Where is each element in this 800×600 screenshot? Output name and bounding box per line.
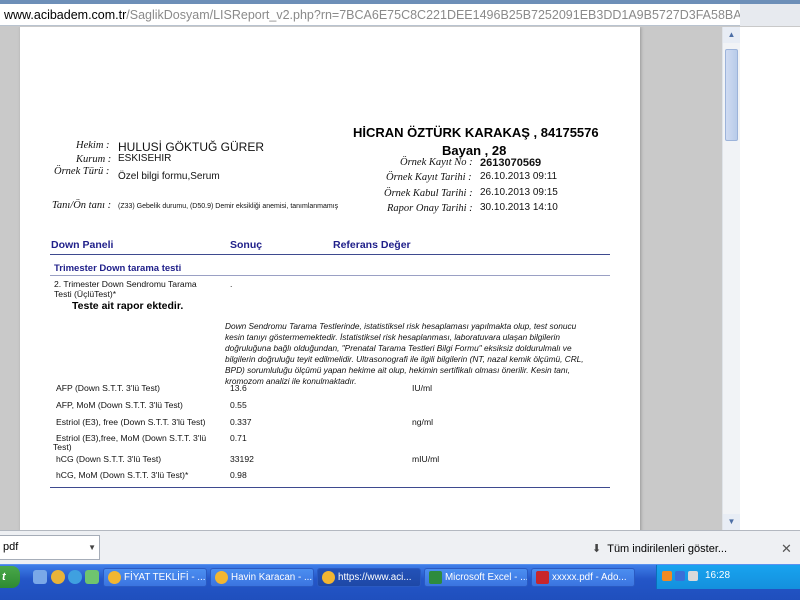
start-button[interactable]: t [0, 566, 20, 588]
explanation-paragraph: Down Sendromu Tarama Testlerinde, istati… [225, 321, 584, 386]
sample-no-label: Örnek Kayıt No : [400, 157, 473, 168]
system-tray: 16:28 [656, 565, 800, 589]
download-icon: ⬇ [592, 543, 602, 555]
taskbar-item-label: Havin Karacan - ... [231, 572, 313, 583]
report-approval-date-label: Rapor Onay Tarihi : [387, 203, 473, 214]
row-name-cont: Test) [53, 442, 72, 452]
column-panel: Down Paneli [51, 239, 114, 251]
taskbar-item[interactable]: xxxxx.pdf - Ado... [531, 568, 635, 587]
network-icon[interactable] [675, 571, 685, 581]
taskbar-item[interactable]: Havin Karacan - ... [210, 568, 314, 587]
column-result: Sonuç [230, 239, 263, 251]
doctor-label: Hekim : [76, 140, 110, 151]
volume-icon[interactable] [688, 571, 698, 581]
close-icon[interactable]: ✕ [781, 541, 792, 557]
row-name: hCG, MoM (Down S.T.T. 3'lü Test)* [56, 470, 189, 480]
window-right-area [740, 27, 800, 530]
scroll-down-icon[interactable]: ▼ [723, 514, 740, 530]
sample-reg-date-value: 26.10.2013 09:11 [480, 171, 558, 182]
sample-type-value: Özel bilgi formu,Serum [118, 171, 220, 182]
chrome-icon [215, 571, 228, 584]
taskbar-item[interactable]: https://www.aci... [317, 568, 421, 587]
show-all-downloads-link[interactable]: ⬇ Tüm indirilenleri göster... [592, 542, 727, 555]
row-value: 0.98 [230, 470, 247, 480]
row-name: Estriol (E3),free, MoM (Down S.T.T. 3'lü [56, 433, 207, 443]
institution-label: Kurum : [76, 154, 112, 165]
taskbar-item-label: https://www.aci... [338, 572, 412, 583]
taskbar-item-label: xxxxx.pdf - Ado... [552, 572, 627, 583]
report-page: HİCRAN ÖZTÜRK KARAKAŞ , 84175576 Bayan ,… [20, 27, 640, 530]
taskbar-item-label: FİYAT TEKLİFİ - ... [124, 572, 206, 583]
download-item-label: pdf [3, 541, 19, 553]
sample-accept-date-value: 26.10.2013 09:15 [480, 187, 558, 198]
section-title: Trimester Down tarama testi [54, 263, 182, 274]
clock: 16:28 [705, 570, 731, 581]
show-all-label: Tüm indirilenleri göster... [607, 543, 728, 555]
test-name: 2. Trimester Down Sendromu Tarama Testi … [54, 279, 197, 299]
chrome-icon [322, 571, 335, 584]
chrome-icon [108, 571, 121, 584]
row-name: AFP (Down S.T.T. 3'lü Test) [56, 383, 161, 393]
test-result-dot: . [230, 279, 233, 289]
row-unit: ng/ml [412, 417, 434, 427]
row-name: AFP, MoM (Down S.T.T. 3'lü Test) [56, 400, 183, 410]
quicklaunch-icon[interactable] [33, 570, 47, 584]
sample-reg-date-label: Örnek Kayıt Tarihi : [386, 172, 472, 183]
taskbar: t FİYAT TEKLİFİ - ... Havin Karacan - ..… [0, 564, 800, 600]
doctor-name: HULUSİ GÖKTUĞ GÜRER [118, 140, 265, 154]
row-value: 33192 [230, 454, 254, 464]
table-bottom-divider [50, 487, 610, 488]
address-bar[interactable]: www.acibadem.com.tr/SaglikDosyam/LISRepo… [0, 4, 740, 26]
institution-value: ESKISEHIR [118, 153, 172, 164]
url-path: /SaglikDosyam/LISReport_v2.php?rn=7BCA6E… [126, 8, 740, 22]
sample-accept-date-label: Örnek Kabul Tarihi : [384, 188, 473, 199]
header-divider [50, 254, 610, 255]
pdf-icon [536, 571, 549, 584]
column-reference: Referans Değer [333, 239, 411, 251]
diagnosis-value: (Z33) Gebelik durumu, (D50.9) Demir eksi… [118, 203, 339, 210]
row-value: 0.55 [230, 400, 247, 410]
scroll-up-icon[interactable]: ▲ [723, 27, 740, 43]
taskbar-item[interactable]: FİYAT TEKLİFİ - ... [103, 568, 207, 587]
tray-icon[interactable] [662, 571, 672, 581]
scroll-thumb[interactable] [725, 49, 738, 141]
attachment-note: Teste ait rapor ektedir. [72, 300, 184, 312]
row-value: 0.71 [230, 433, 247, 443]
row-unit: IU/ml [412, 383, 433, 393]
toolbar-gap [740, 4, 800, 26]
report-approval-date-value: 30.10.2013 14:10 [480, 202, 558, 213]
chrome-icon[interactable] [51, 570, 65, 584]
sample-no-value: 2613070569 [480, 157, 542, 169]
patient-gender-age: Bayan , 28 [442, 143, 507, 158]
row-name: Estriol (E3), free (Down S.T.T. 3'lü Tes… [56, 417, 206, 427]
sample-type-label: Örnek Türü : [54, 166, 110, 177]
section-divider [50, 275, 610, 276]
patient-name: HİCRAN ÖZTÜRK KARAKAŞ , 84175576 [353, 125, 599, 140]
row-name: hCG (Down S.T.T. 3'lü Test) [56, 454, 162, 464]
taskbar-item[interactable]: Microsoft Excel - ... [424, 568, 528, 587]
vertical-scrollbar[interactable]: ▲ ▼ [722, 27, 740, 530]
pdf-viewport[interactable]: HİCRAN ÖZTÜRK KARAKAŞ , 84175576 Bayan ,… [0, 27, 722, 530]
url-host: www.acibadem.com.tr [4, 8, 127, 22]
download-bar: pdf ▼ ⬇ Tüm indirilenleri göster... ✕ [0, 530, 800, 564]
ie-icon[interactable] [68, 570, 82, 584]
quicklaunch-icon[interactable] [85, 570, 99, 584]
chevron-down-icon[interactable]: ▼ [88, 536, 96, 559]
download-item[interactable]: pdf ▼ [0, 535, 100, 560]
row-value: 13.6 [230, 383, 247, 393]
taskbar-item-label: Microsoft Excel - ... [445, 572, 528, 583]
start-label: t [2, 571, 6, 583]
row-value: 0.337 [230, 417, 252, 427]
excel-icon [429, 571, 442, 584]
diagnosis-label: Tanı/Ön tanı : [52, 200, 112, 211]
row-unit: mIU/ml [412, 454, 440, 464]
